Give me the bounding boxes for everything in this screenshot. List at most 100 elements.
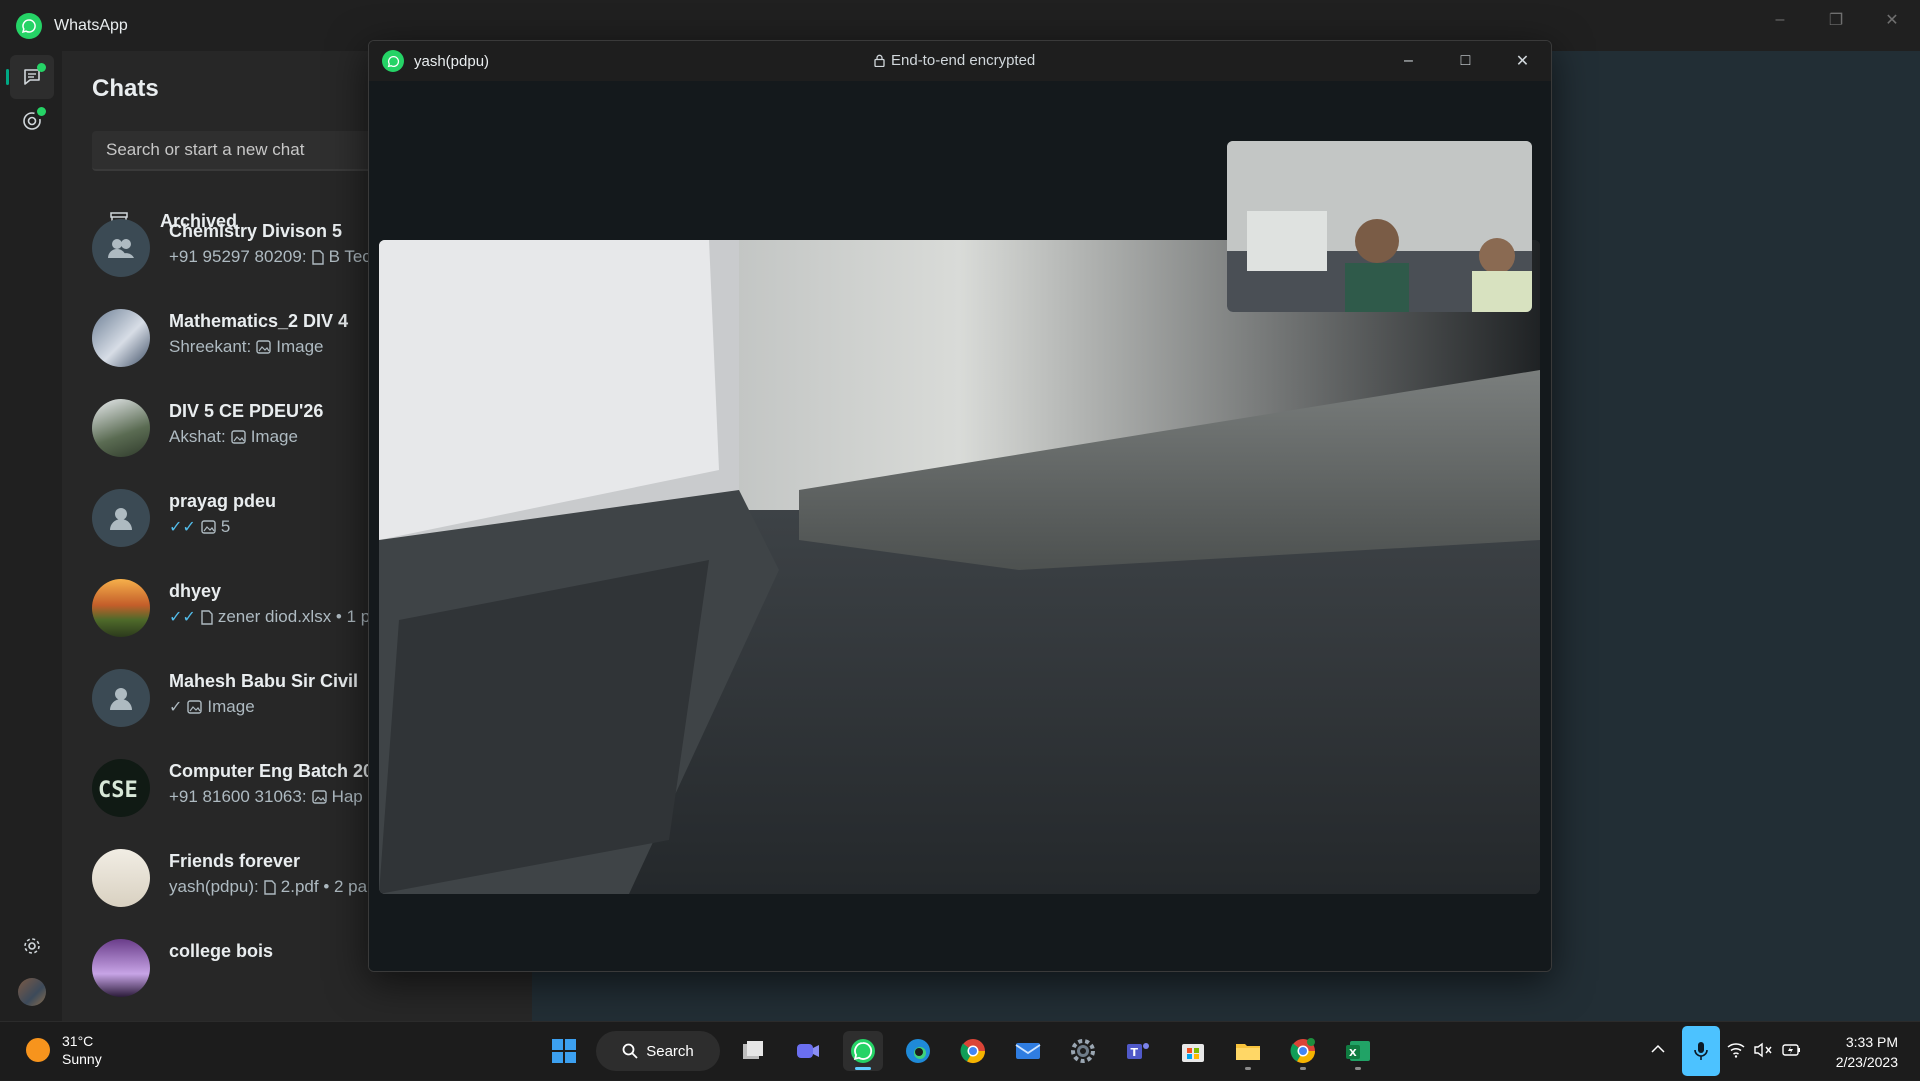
chat-preview-sender: Akshat: — [169, 427, 226, 446]
chat-preview-sender: yash(pdpu): — [169, 877, 259, 896]
svg-text:CSE: CSE — [98, 778, 138, 803]
weather-temp: 31°C — [62, 1033, 94, 1049]
edge-icon — [906, 1039, 930, 1063]
chats-nav-button[interactable] — [6, 55, 54, 99]
wifi-icon — [1727, 1043, 1745, 1058]
call-contact-name: yash(pdpu) — [414, 52, 490, 70]
call-titlebar: yash(pdpu) End-to-end encrypted – □ ✕ — [369, 41, 1551, 81]
chat-preview: Akshat: Image — [169, 427, 298, 447]
search-icon — [622, 1043, 638, 1059]
battery-charging-icon — [1782, 1044, 1800, 1056]
clock-time: 3:33 PM — [1845, 1034, 1898, 1050]
status-nav-button[interactable] — [10, 99, 54, 143]
taskbar-clock[interactable]: 3:33 PM 2/23/2023 — [1836, 1032, 1898, 1072]
restore-button[interactable]: ❐ — [1808, 0, 1864, 40]
close-button[interactable]: ✕ — [1864, 0, 1920, 40]
volume-button[interactable] — [1753, 1042, 1773, 1063]
settings-gear-icon — [1071, 1039, 1095, 1063]
image-icon — [311, 790, 327, 804]
video-call-window: yash(pdpu) End-to-end encrypted – □ ✕ — [368, 40, 1552, 972]
chat-preview-text: 2.pdf • 2 pa — [280, 877, 368, 896]
encryption-label: End-to-end encrypted — [891, 52, 1036, 69]
call-maximize-button[interactable]: □ — [1437, 41, 1494, 81]
chat-preview-text: Image — [207, 697, 255, 716]
chat-preview-sender: +91 95297 80209: — [169, 247, 307, 266]
chat-preview: +91 95297 80209: B Tec — [169, 247, 371, 267]
weather-widget[interactable]: 31°C Sunny — [26, 1032, 102, 1068]
taskbar-mail[interactable] — [1008, 1031, 1048, 1071]
svg-text:T: T — [1131, 1046, 1139, 1059]
svg-text:X: X — [1349, 1048, 1357, 1059]
task-view-button[interactable] — [733, 1031, 773, 1071]
document-icon — [264, 879, 276, 895]
chat-name: Friends forever — [169, 851, 301, 871]
teams-meet-button[interactable] — [788, 1031, 828, 1071]
whatsapp-logo-icon — [16, 12, 42, 39]
chat-preview: ✓✓ 5 — [169, 517, 230, 537]
nav-rail — [0, 51, 62, 1021]
task-view-icon — [743, 1041, 763, 1059]
sun-icon — [26, 1038, 50, 1062]
avatar — [92, 309, 150, 367]
chat-preview: ✓ Image — [169, 697, 255, 717]
weather-desc: Sunny — [62, 1051, 102, 1067]
page-title: Chats — [92, 75, 159, 102]
chat-name: prayag pdeu — [169, 491, 277, 511]
minimize-button[interactable]: – — [1752, 0, 1808, 40]
chat-name: college bois — [169, 941, 274, 961]
taskbar-file-explorer[interactable] — [1228, 1031, 1268, 1071]
avatar — [92, 669, 150, 727]
taskbar-chrome-profile[interactable] — [1283, 1031, 1323, 1071]
taskbar-settings[interactable] — [1063, 1031, 1103, 1071]
chat-preview-text: Image — [250, 427, 298, 446]
taskbar-search-button[interactable]: Search — [596, 1031, 720, 1071]
avatar: CSE — [92, 759, 150, 817]
settings-nav-button[interactable] — [10, 924, 54, 968]
avatar — [92, 489, 150, 547]
taskbar-edge[interactable] — [898, 1031, 938, 1071]
avatar — [92, 399, 150, 457]
profile-nav-button[interactable] — [10, 970, 54, 1014]
chat-name: DIV 5 CE PDEU'26 — [169, 401, 324, 421]
chrome-icon — [960, 1039, 985, 1064]
excel-icon: X — [1346, 1041, 1370, 1061]
meet-now-icon — [797, 1044, 819, 1058]
gear-icon — [24, 938, 40, 954]
chat-preview-text: B Tec — [328, 247, 371, 266]
volume-muted-icon — [1754, 1042, 1772, 1058]
whatsapp-icon — [851, 1039, 875, 1063]
chat-preview-sender: +91 81600 31063: — [169, 787, 307, 806]
chat-preview: yash(pdpu): 2.pdf • 2 pa — [169, 877, 367, 897]
clock-date: 2/23/2023 — [1835, 1054, 1898, 1070]
wifi-button[interactable] — [1727, 1042, 1745, 1063]
call-minimize-button[interactable]: – — [1380, 41, 1437, 81]
taskbar-store[interactable] — [1173, 1031, 1213, 1071]
message-status-tick: ✓ — [169, 699, 183, 716]
taskbar-search-label: Search — [646, 1042, 694, 1060]
image-icon — [201, 520, 216, 534]
call-close-button[interactable]: ✕ — [1494, 41, 1551, 81]
windows-logo-icon — [552, 1039, 576, 1063]
chat-name: dhyey — [169, 581, 222, 601]
chevron-up-icon — [1651, 1044, 1665, 1053]
teams-icon: T — [1127, 1043, 1149, 1059]
chat-preview-text: 5 — [220, 517, 231, 536]
whatsapp-window: WhatsApp – ❐ ✕ Chats Search or start a n… — [0, 0, 1920, 1021]
chrome-profile-icon — [1290, 1038, 1315, 1064]
taskbar-teams[interactable]: T — [1118, 1031, 1158, 1071]
image-icon — [231, 430, 246, 444]
taskbar-whatsapp[interactable] — [843, 1031, 883, 1071]
battery-button[interactable] — [1782, 1042, 1802, 1063]
avatar — [92, 579, 150, 637]
message-status-tick: ✓✓ — [169, 519, 196, 536]
chat-preview: +91 81600 31063: Hap — [169, 787, 363, 807]
app-title: WhatsApp — [54, 16, 128, 34]
taskbar-excel[interactable]: X — [1338, 1031, 1378, 1071]
encryption-notice: End-to-end encrypted — [874, 52, 1035, 69]
microphone-in-use-button[interactable] — [1682, 1026, 1720, 1076]
call-background — [369, 81, 1551, 971]
start-button[interactable] — [544, 1031, 584, 1071]
taskbar-chrome[interactable] — [953, 1031, 993, 1071]
show-hidden-icons-button[interactable] — [1650, 1041, 1666, 1062]
avatar — [92, 849, 150, 907]
